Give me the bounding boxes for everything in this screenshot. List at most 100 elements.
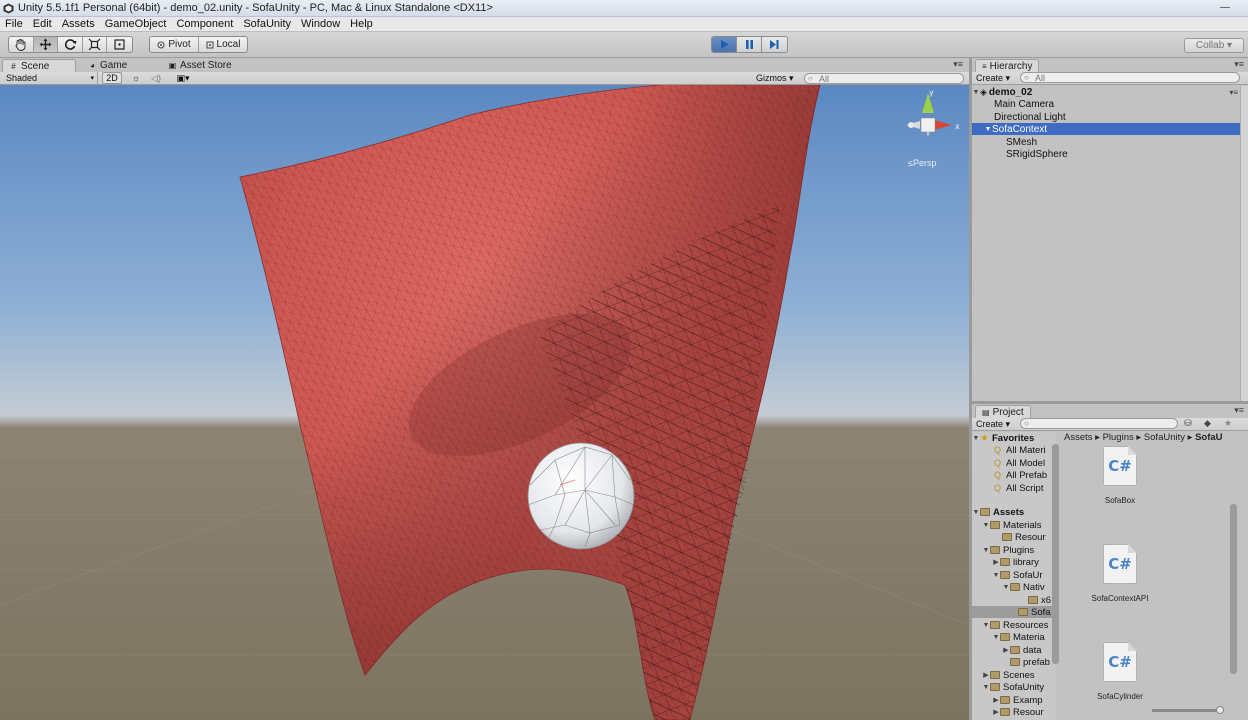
tree-favorite-item[interactable]: Q All Script — [972, 482, 1056, 494]
tree-folder[interactable]: x6 — [972, 594, 1056, 606]
icon-size-slider-thumb[interactable] — [1216, 706, 1224, 714]
menu-edit[interactable]: Edit — [28, 18, 57, 30]
unity-app-icon — [3, 3, 14, 14]
projection-label[interactable]: ≤Persp — [908, 158, 936, 168]
project-menu-icon[interactable]: ▾≡ — [1234, 405, 1244, 416]
menu-component[interactable]: Component — [171, 18, 238, 30]
pause-button[interactable] — [737, 37, 762, 52]
step-button[interactable] — [762, 37, 787, 52]
breadcrumb-item[interactable]: Plugins — [1103, 432, 1134, 443]
hierarchy-item-directional-light[interactable]: Directional Light — [972, 111, 1240, 123]
scene-grid-icon: # — [11, 61, 16, 71]
hierarchy-item-srigidsphere[interactable]: SRigidSphere — [972, 148, 1240, 160]
window-title-bar: Unity 5.5.1f1 Personal (64bit) - demo_02… — [0, 0, 1248, 17]
scene-search-placeholder: All — [819, 73, 830, 84]
hierarchy-item-smesh[interactable]: SMesh — [972, 136, 1240, 148]
tab-scene[interactable]: # Scene — [2, 59, 76, 72]
menu-gameobject[interactable]: GameObject — [100, 18, 172, 30]
saved-search-icon: Q — [994, 483, 1002, 493]
mode-2d-toggle[interactable]: 2D — [102, 72, 122, 84]
pivot-button[interactable]: Pivot — [150, 37, 199, 52]
scene-root-row[interactable]: ▼ ◈ demo_02 ▾≡ — [972, 86, 1240, 98]
menu-help[interactable]: Help — [345, 18, 378, 30]
hierarchy-search-input[interactable]: ○ All — [1020, 72, 1240, 83]
collab-button[interactable]: Collab ▾ — [1184, 38, 1244, 53]
scale-tool-button[interactable] — [83, 37, 108, 52]
tree-folder[interactable]: ▼ Plugins — [972, 544, 1056, 556]
hierarchy-menu-icon[interactable]: ▾≡ — [1234, 59, 1244, 70]
tree-favorites[interactable]: ▼ ★ Favorites — [972, 432, 1056, 444]
move-tool-button[interactable] — [33, 37, 59, 52]
hierarchy-item-main-camera[interactable]: Main Camera — [972, 98, 1240, 110]
tree-folder[interactable]: ▼ Materials — [972, 519, 1056, 531]
tree-assets-label: Assets — [993, 506, 1025, 518]
chevron-right-icon: ▸ — [1136, 432, 1144, 443]
hand-tool-button[interactable] — [9, 37, 34, 52]
rect-tool-button[interactable] — [107, 37, 132, 52]
local-label: Local — [216, 39, 241, 50]
menu-assets[interactable]: Assets — [57, 18, 100, 30]
breadcrumb-item-current[interactable]: SofaU — [1195, 432, 1222, 443]
icon-size-slider[interactable] — [1152, 709, 1222, 712]
asset-file-sofabox[interactable]: C# SofaBox — [1060, 446, 1180, 505]
audio-toggle[interactable]: ◁) — [148, 72, 164, 84]
tree-item-label: Materials — [1003, 519, 1042, 531]
effects-dropdown[interactable]: ▣▾ — [170, 72, 196, 84]
tab-asset-store[interactable]: ▣ Asset Store — [162, 59, 242, 72]
scene-orientation-gizmo[interactable]: y x — [906, 88, 960, 137]
tree-folder-selected[interactable]: Sofa — [972, 606, 1056, 618]
tree-favorite-item[interactable]: Q All Prefab — [972, 469, 1056, 481]
scene-menu-icon[interactable]: ▾≡ — [1229, 88, 1238, 97]
menu-window[interactable]: Window — [296, 18, 345, 30]
tree-folder[interactable]: ▶ Resour — [972, 706, 1056, 718]
rotate-tool-button[interactable] — [58, 37, 83, 52]
tree-folder[interactable]: ▶ Examp — [972, 694, 1056, 706]
tree-favorite-item[interactable]: Q All Materi — [972, 444, 1056, 456]
tree-favorite-item[interactable]: Q All Model — [972, 457, 1056, 469]
panel-menu-icon[interactable]: ▾≡ — [953, 59, 963, 70]
hierarchy-toolbar: Create ▾ ○ All — [972, 72, 1248, 85]
asset-grid-scrollbar[interactable] — [1230, 504, 1237, 674]
tree-folder[interactable]: Resour — [972, 531, 1056, 543]
expand-arrow-icon: ▼ — [972, 508, 980, 516]
local-button[interactable]: Local — [199, 37, 247, 52]
project-search-input[interactable]: ○ — [1020, 418, 1178, 429]
tree-folder[interactable]: ▼ Resources — [972, 619, 1056, 631]
tree-assets[interactable]: ▼ Assets — [972, 506, 1056, 518]
tree-folder[interactable]: prefab — [972, 656, 1056, 668]
tree-folder[interactable]: ▼ SofaUr — [972, 569, 1056, 581]
menu-sofaunity[interactable]: SofaUnity — [238, 18, 296, 30]
chevron-right-icon: ▸ — [1187, 432, 1196, 443]
game-pacman-icon: ◕ — [90, 61, 95, 70]
scene-viewport[interactable]: y x ≤Persp — [0, 85, 969, 720]
hierarchy-create-button[interactable]: Create ▾ — [976, 73, 1010, 84]
scene-search-input[interactable]: ○ All — [804, 73, 964, 84]
gizmos-dropdown[interactable]: Gizmos ▾ — [756, 72, 796, 84]
tree-folder[interactable]: ▼ Nativ — [972, 581, 1056, 593]
lighting-toggle[interactable]: ☼ — [128, 72, 144, 84]
tree-folder[interactable]: ▶ Scenes — [972, 669, 1056, 681]
tab-hierarchy[interactable]: ≡ Hierarchy — [975, 59, 1040, 72]
tree-folder[interactable]: ▶ library — [972, 556, 1056, 568]
tree-folder[interactable]: ▼ Materia — [972, 631, 1056, 643]
project-create-button[interactable]: Create ▾ — [976, 419, 1010, 430]
play-button[interactable] — [712, 37, 737, 52]
breadcrumb-item[interactable]: Assets — [1064, 432, 1093, 443]
shading-mode-dropdown[interactable]: Shaded ▾ — [6, 72, 98, 84]
asset-file-sofacylinder[interactable]: C# SofaCylinder — [1060, 642, 1180, 701]
tree-folder[interactable]: ▶ data — [972, 644, 1056, 656]
asset-file-sofacontextapi[interactable]: C# SofaContextAPI — [1060, 544, 1180, 603]
tree-scrollbar[interactable] — [1052, 444, 1059, 664]
tree-folder[interactable]: ▼ SofaUnity — [972, 681, 1056, 693]
breadcrumb-item[interactable]: SofaUnity — [1144, 432, 1185, 443]
hierarchy-item-sofacontext[interactable]: ▼ SofaContext — [972, 123, 1240, 135]
filter-label-icon[interactable]: ◆ — [1204, 418, 1211, 429]
hierarchy-scrollbar[interactable] — [1240, 86, 1248, 401]
tab-game[interactable]: ◕ Game — [82, 59, 156, 72]
saved-search-icon: Q — [994, 458, 1002, 468]
filter-type-icon[interactable]: ⛁ — [1184, 418, 1192, 429]
window-minimize-button[interactable]: — — [1220, 2, 1242, 14]
tab-project[interactable]: ▤ Project — [975, 405, 1031, 418]
menu-file[interactable]: File — [0, 18, 28, 30]
favorite-star-icon[interactable]: ★ — [1224, 418, 1232, 429]
